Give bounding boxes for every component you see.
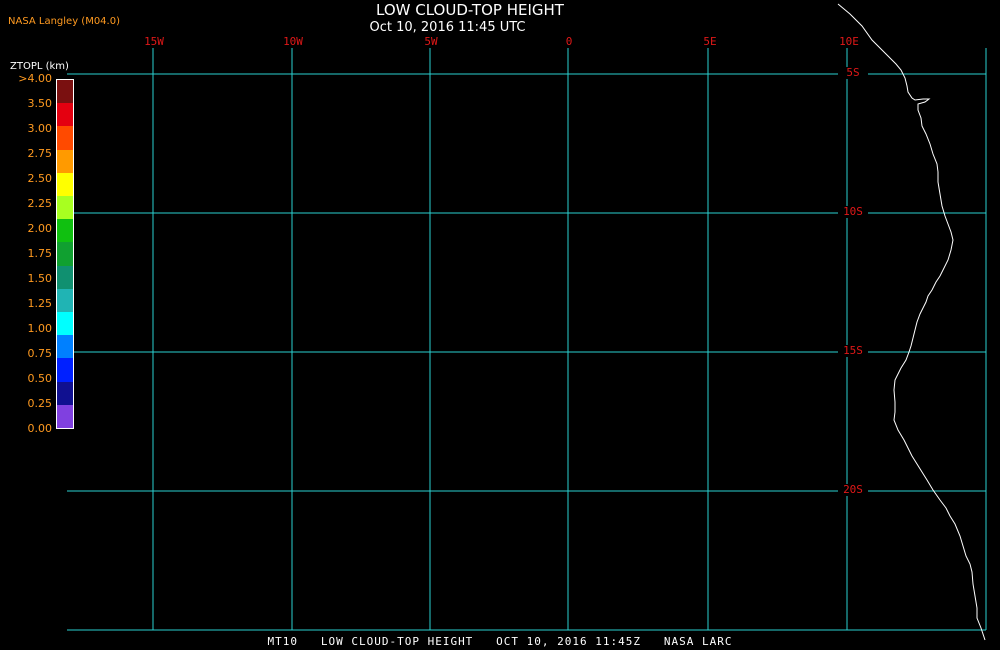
legend-tick: 1.50	[27, 272, 53, 285]
legend-tick: 3.00	[27, 122, 53, 135]
lon-label-15w: 15W	[144, 35, 164, 48]
lon-label-0: 0	[565, 35, 573, 48]
legend-tick: 0.00	[27, 422, 53, 435]
timestamp-subtitle: Oct 10, 2016 11:45 UTC	[369, 20, 526, 35]
legend-swatch	[57, 172, 73, 197]
legend-tick: 1.25	[27, 297, 53, 310]
legend-tick: 2.00	[27, 222, 53, 235]
legend-swatch	[57, 288, 73, 313]
page-title: LOW CLOUD-TOP HEIGHT	[376, 1, 564, 19]
graticule	[67, 48, 987, 631]
legend-tick: 0.25	[27, 397, 53, 410]
map-canvas	[67, 3, 987, 641]
legend-tick: 2.75	[27, 147, 53, 160]
legend-tick: 2.25	[27, 197, 53, 210]
legend-tick: 1.75	[27, 247, 53, 260]
legend-swatch	[57, 242, 73, 266]
legend-tick: 0.75	[27, 347, 53, 360]
legend-swatch	[57, 103, 73, 127]
coastline	[837, 3, 986, 641]
color-scale-bar	[56, 79, 74, 429]
legend-swatch	[57, 196, 73, 220]
legend-swatch	[57, 335, 73, 359]
legend-tick: >4.00	[18, 72, 52, 85]
legend-tick: 1.00	[27, 322, 53, 335]
legend-tick: 0.50	[27, 372, 53, 385]
lat-label-5s: 5S	[838, 67, 868, 79]
legend-tick: 3.50	[27, 97, 53, 110]
legend-tick: 2.50	[27, 172, 53, 185]
lon-label-10w: 10W	[283, 35, 303, 48]
lon-label-10e: 10E	[839, 35, 859, 48]
lat-label-20s: 20S	[838, 484, 868, 496]
lon-label-5e: 5E	[703, 35, 717, 48]
legend-swatch	[57, 126, 73, 150]
legend-swatch	[57, 149, 73, 173]
legend-swatch	[57, 312, 73, 336]
lon-label-5w: 5W	[424, 35, 438, 48]
lat-label-15s: 15S	[838, 345, 868, 357]
legend-swatch	[57, 80, 73, 104]
legend-swatch	[57, 219, 73, 243]
legend-swatch	[57, 404, 73, 429]
lat-label-10s: 10S	[838, 206, 868, 218]
legend-swatch	[57, 265, 73, 289]
footer-caption: MT10 LOW CLOUD-TOP HEIGHT OCT 10, 2016 1…	[267, 635, 733, 648]
legend-swatch	[57, 358, 73, 382]
legend-title: ZTOPL (km)	[10, 61, 69, 72]
legend-swatch	[57, 381, 73, 405]
